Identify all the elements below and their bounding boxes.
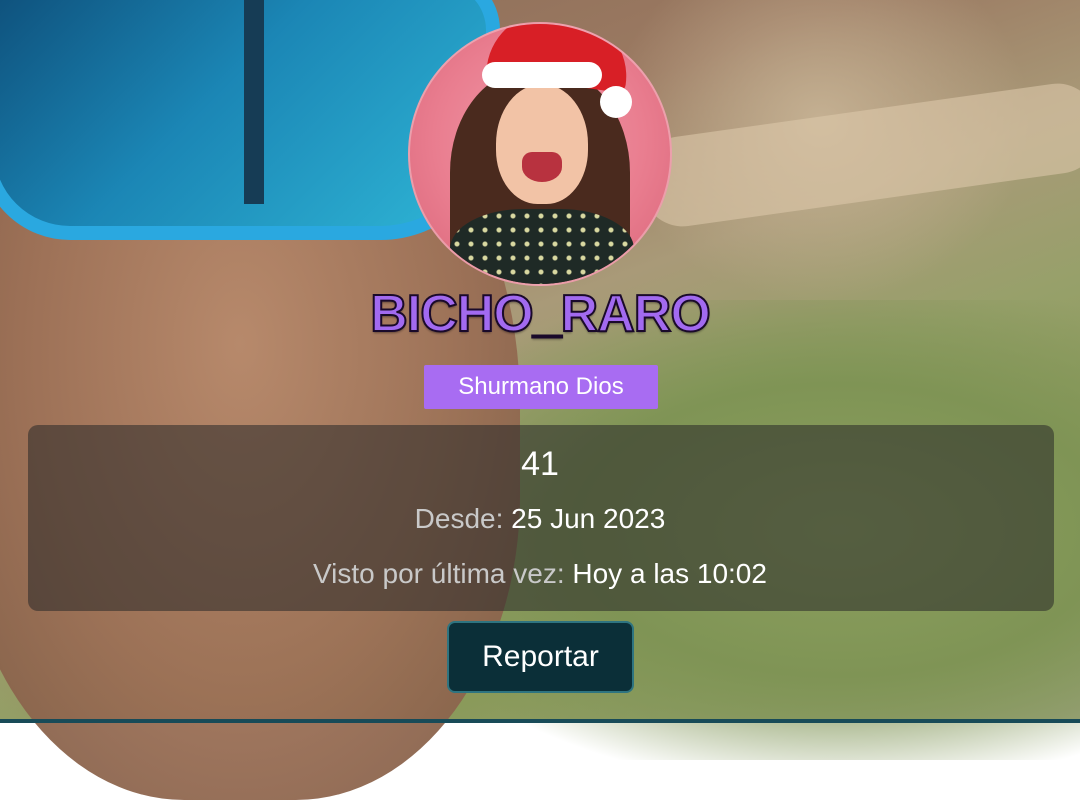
post-count: 41 xyxy=(521,445,559,483)
last-seen: Visto por última vez: Hoy a las 10:02 xyxy=(0,558,1080,590)
report-button[interactable]: Reportar xyxy=(447,621,634,693)
username: BICHO_RARO xyxy=(369,284,712,344)
member-since-label: Desde: xyxy=(414,503,512,534)
last-seen-label: Visto por última vez: xyxy=(313,558,573,589)
background-path xyxy=(635,78,1080,232)
member-since-value: 25 Jun 2023 xyxy=(511,503,666,534)
role-badge: Shurmano Dios xyxy=(424,365,658,409)
bottom-bar xyxy=(0,719,1080,723)
last-seen-value: Hoy a las 10:02 xyxy=(572,558,767,589)
member-since: Desde: 25 Jun 2023 xyxy=(0,503,1080,535)
avatar[interactable] xyxy=(408,22,672,286)
